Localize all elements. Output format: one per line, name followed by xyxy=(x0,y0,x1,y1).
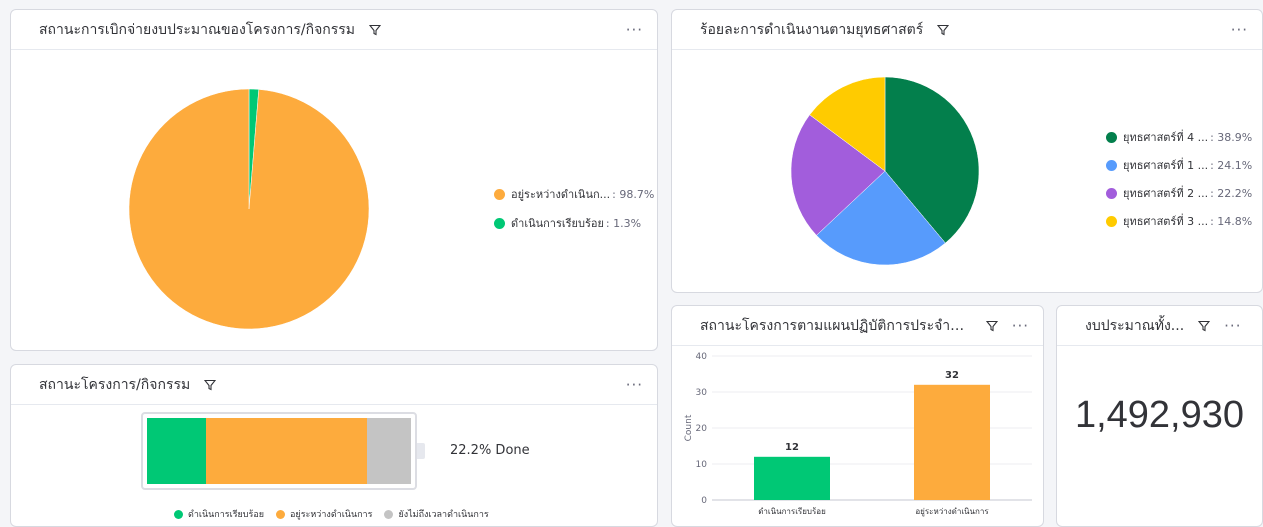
legend-item: ยุทธศาสตร์ที่ 2 ... : 22.2% xyxy=(1106,184,1252,202)
legend-label: อยู่ระหว่างดำเนินก... xyxy=(511,188,611,201)
bar-value-label: 32 xyxy=(945,370,959,381)
battery-cap xyxy=(417,443,425,459)
legend-dot xyxy=(1106,131,1117,143)
card-header: สถานะโครงการตามแผนปฏิบัติการประจำปี... ·… xyxy=(672,306,1043,346)
more-options-icon[interactable]: ··· xyxy=(626,21,643,39)
total-budget-value: 1,492,930 xyxy=(1074,394,1245,436)
filter-icon[interactable] xyxy=(369,24,382,36)
legend-percent: : 1.3% xyxy=(605,216,642,230)
legend-dot xyxy=(494,217,505,229)
bar[interactable] xyxy=(754,456,830,500)
filter-icon[interactable] xyxy=(937,24,950,36)
legend-item: ยุทธศาสตร์ที่ 4 ... : 38.9% xyxy=(1106,128,1252,146)
plan-bar-chart: 0 10 20 30 40 Count 12 ดำเนินการเรียบร้อย 32 อยู่… xyxy=(684,352,1032,517)
card-header: ร้อยละการดำเนินงานตามยุทธศาสตร์ ··· xyxy=(672,10,1262,50)
battery-fill xyxy=(147,418,411,484)
card-title: ร้อยละการดำเนินงานตามยุทธศาสตร์ xyxy=(700,21,924,38)
legend-dot xyxy=(1106,215,1117,227)
legend-item: ดำเนินการเรียบร้อย : 1.3% xyxy=(494,214,641,232)
legend-dot xyxy=(494,188,505,200)
legend-percent: : 24.1% xyxy=(1210,158,1253,172)
y-tick-label: 20 xyxy=(696,424,708,434)
legend-label: ยุทธศาสตร์ที่ 3 ... xyxy=(1123,215,1209,228)
filter-icon[interactable] xyxy=(985,320,998,332)
legend-dot xyxy=(174,509,183,519)
more-options-icon[interactable]: ··· xyxy=(1231,21,1248,39)
x-tick-label: ดำเนินการเรียบร้อย xyxy=(758,507,826,516)
legend-label: ดำเนินการเรียบร้อย xyxy=(511,217,604,230)
legend-item: ยุทธศาสตร์ที่ 1 ... : 24.1% xyxy=(1106,156,1252,174)
budget-status-card: สถานะการเบิกจ่ายงบประมาณของโครงการ/กิจกร… xyxy=(10,9,658,351)
card-header: งบประมาณทั้ง... ··· xyxy=(1057,306,1262,346)
more-options-icon[interactable]: ··· xyxy=(626,376,643,394)
legend-label: ยุทธศาสตร์ที่ 4 ... xyxy=(1123,131,1209,144)
more-options-icon[interactable]: ··· xyxy=(1224,317,1241,335)
strategy-pie-chart xyxy=(790,76,980,266)
bar[interactable] xyxy=(914,384,990,500)
legend-dot xyxy=(276,509,286,519)
legend-dot xyxy=(1106,159,1117,171)
pie-slice[interactable] xyxy=(128,88,370,330)
budget-pie-chart xyxy=(128,88,370,330)
more-options-icon[interactable]: ··· xyxy=(1012,317,1029,335)
y-tick-label: 10 xyxy=(696,460,708,470)
legend-percent: : 22.2% xyxy=(1210,186,1253,200)
legend-label: ยุทธศาสตร์ที่ 2 ... xyxy=(1123,187,1209,200)
done-percentage: 22.2% Done xyxy=(450,443,530,458)
y-tick-label: 0 xyxy=(701,496,707,506)
card-title: งบประมาณทั้ง... xyxy=(1085,317,1185,334)
battery-bar xyxy=(141,412,417,490)
battery-segment[interactable] xyxy=(205,418,367,484)
card-header: สถานะโครงการ/กิจกรรม ··· xyxy=(11,365,657,405)
y-axis-label: Count xyxy=(684,414,694,441)
legend-dot xyxy=(384,509,394,519)
legend-percent: : 38.9% xyxy=(1210,130,1253,144)
card-title: สถานะการเบิกจ่ายงบประมาณของโครงการ/กิจกร… xyxy=(39,21,356,38)
battery-segment[interactable] xyxy=(147,418,206,484)
filter-icon[interactable] xyxy=(204,379,217,391)
y-tick-label: 40 xyxy=(696,352,708,362)
battery-segment[interactable] xyxy=(366,418,411,484)
legend-label: ยุทธศาสตร์ที่ 1 ... xyxy=(1123,159,1209,172)
project-status-card: สถานะโครงการ/กิจกรรม ··· 22.2% Done ดำเน… xyxy=(10,364,658,527)
strategy-progress-card: ร้อยละการดำเนินงานตามยุทธศาสตร์ ··· ยุทธ… xyxy=(671,9,1263,293)
bar-value-label: 12 xyxy=(785,442,799,453)
legend-label: อยู่ระหว่างดำเนินการ xyxy=(290,510,373,520)
legend-label: ดำเนินการเรียบร้อย xyxy=(188,510,265,520)
status-legend: ดำเนินการเรียบร้อย อยู่ระหว่างดำเนินการ … xyxy=(174,507,489,521)
card-header: สถานะการเบิกจ่ายงบประมาณของโครงการ/กิจกร… xyxy=(11,10,657,50)
legend-item: ยุทธศาสตร์ที่ 3 ... : 14.8% xyxy=(1106,212,1252,230)
legend-label: ยังไม่ถึงเวลาดำเนินการ xyxy=(398,510,489,520)
plan-status-card: สถานะโครงการตามแผนปฏิบัติการประจำปี... ·… xyxy=(671,305,1044,527)
filter-icon[interactable] xyxy=(1198,320,1211,332)
y-tick-label: 30 xyxy=(696,388,708,398)
card-title: สถานะโครงการตามแผนปฏิบัติการประจำปี... xyxy=(700,317,972,334)
x-tick-label: อยู่ระหว่างดำเนินการ xyxy=(915,507,989,517)
legend-item: อยู่ระหว่างดำเนินก... : 98.7% xyxy=(494,185,654,203)
legend-percent: : 98.7% xyxy=(612,187,655,201)
legend-percent: : 14.8% xyxy=(1210,214,1253,228)
total-budget-card: งบประมาณทั้ง... ··· 1,492,930 xyxy=(1056,305,1263,527)
card-title: สถานะโครงการ/กิจกรรม xyxy=(39,376,191,393)
legend-dot xyxy=(1106,187,1117,199)
